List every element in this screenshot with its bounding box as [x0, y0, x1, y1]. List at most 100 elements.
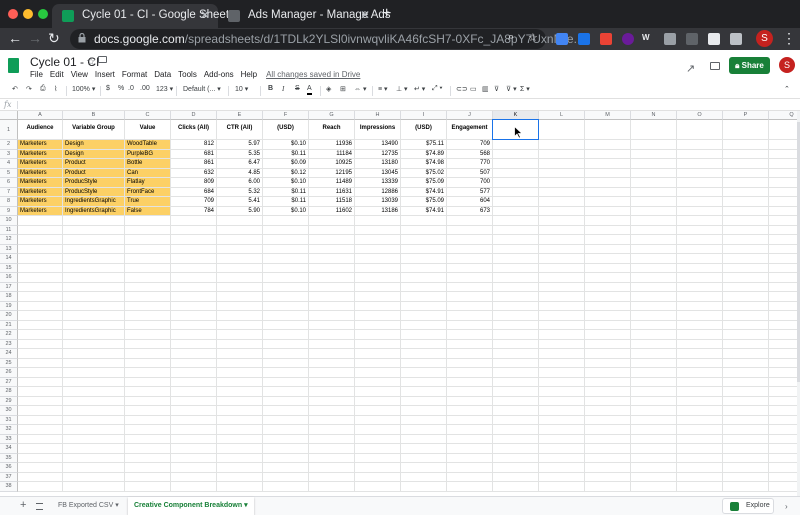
empty-cell[interactable] [723, 425, 769, 435]
empty-cell[interactable] [585, 349, 631, 359]
empty-cell[interactable] [539, 197, 585, 207]
empty-cell[interactable] [309, 320, 355, 330]
empty-cell[interactable] [585, 263, 631, 273]
empty-cell[interactable] [677, 453, 723, 463]
share-button[interactable]: 🔒︎ Share [729, 57, 770, 74]
empty-cell[interactable] [677, 254, 723, 264]
empty-cell[interactable] [355, 273, 401, 283]
empty-cell[interactable] [401, 377, 447, 387]
empty-cell[interactable] [447, 425, 493, 435]
empty-cell[interactable] [539, 415, 585, 425]
empty-cell[interactable] [18, 330, 63, 340]
data-cell[interactable]: Product [63, 159, 125, 169]
empty-cell[interactable] [63, 472, 125, 482]
empty-cell[interactable] [18, 482, 63, 492]
data-cell[interactable]: 13186 [355, 206, 401, 216]
empty-cell[interactable] [769, 254, 797, 264]
empty-cell[interactable] [585, 387, 631, 397]
empty-cell[interactable] [677, 197, 723, 207]
empty-cell[interactable] [171, 377, 217, 387]
side-panel-toggle-icon[interactable]: › [785, 502, 788, 511]
data-cell[interactable]: 13180 [355, 159, 401, 169]
minimize-window-button[interactable] [23, 9, 33, 19]
maximize-window-button[interactable] [38, 9, 48, 19]
empty-cell[interactable] [723, 320, 769, 330]
empty-cell[interactable] [18, 216, 63, 226]
empty-cell[interactable] [18, 282, 63, 292]
empty-cell[interactable] [493, 187, 539, 197]
empty-cell[interactable] [171, 349, 217, 359]
empty-cell[interactable] [447, 339, 493, 349]
data-cell[interactable]: $0.12 [263, 168, 309, 178]
empty-cell[interactable] [723, 206, 769, 216]
empty-cell[interactable] [355, 301, 401, 311]
empty-cell[interactable] [585, 140, 631, 150]
empty-cell[interactable] [171, 387, 217, 397]
empty-cell[interactable] [723, 273, 769, 283]
empty-cell[interactable] [677, 339, 723, 349]
empty-cell[interactable] [309, 216, 355, 226]
empty-cell[interactable] [677, 301, 723, 311]
empty-cell[interactable] [171, 368, 217, 378]
empty-cell[interactable] [125, 463, 171, 473]
empty-cell[interactable] [769, 188, 797, 197]
empty-cell[interactable] [631, 149, 677, 159]
data-cell[interactable]: $74.89 [401, 149, 447, 159]
data-cell[interactable]: 507 [447, 168, 493, 178]
data-cell[interactable]: 861 [171, 159, 217, 169]
empty-cell[interactable] [769, 150, 797, 159]
empty-cell[interactable] [769, 397, 797, 406]
close-window-button[interactable] [8, 9, 18, 19]
data-cell[interactable]: 5.90 [217, 206, 263, 216]
zoom-select[interactable]: 100% ▾ [72, 85, 95, 93]
paint-format-icon[interactable]: ⌇ [54, 85, 57, 93]
empty-cell[interactable] [355, 311, 401, 321]
row-header[interactable]: 1 [0, 120, 18, 140]
empty-cell[interactable] [125, 472, 171, 482]
bold-button[interactable]: B [268, 85, 273, 92]
empty-cell[interactable] [677, 206, 723, 216]
empty-cell[interactable] [63, 225, 125, 235]
empty-cell[interactable] [263, 415, 309, 425]
strikethrough-button[interactable]: S [295, 85, 300, 92]
empty-cell[interactable] [631, 349, 677, 359]
empty-cell[interactable] [401, 396, 447, 406]
empty-cell[interactable] [63, 216, 125, 226]
empty-cell[interactable] [217, 425, 263, 435]
empty-cell[interactable] [355, 263, 401, 273]
empty-cell[interactable] [18, 444, 63, 454]
empty-cell[interactable] [263, 482, 309, 492]
empty-cell[interactable] [355, 425, 401, 435]
empty-cell[interactable] [355, 216, 401, 226]
empty-cell[interactable] [539, 216, 585, 226]
header-cell[interactable]: CTR (All) [217, 120, 263, 140]
empty-cell[interactable] [677, 244, 723, 254]
data-cell[interactable]: IngredientsGraphic [63, 197, 125, 207]
search-icon[interactable]: ⌕ [508, 31, 514, 44]
empty-cell[interactable] [631, 254, 677, 264]
empty-cell[interactable] [18, 244, 63, 254]
empty-cell[interactable] [401, 406, 447, 416]
empty-cell[interactable] [18, 254, 63, 264]
data-cell[interactable]: Marketers [18, 178, 63, 188]
data-cell[interactable]: 11184 [309, 149, 355, 159]
empty-cell[interactable] [171, 415, 217, 425]
empty-cell[interactable] [769, 302, 797, 311]
empty-cell[interactable] [125, 216, 171, 226]
data-cell[interactable]: 12195 [309, 168, 355, 178]
empty-cell[interactable] [401, 263, 447, 273]
empty-cell[interactable] [677, 149, 723, 159]
row-header[interactable]: 29 [0, 396, 18, 406]
empty-cell[interactable] [171, 244, 217, 254]
empty-cell[interactable] [171, 463, 217, 473]
empty-cell[interactable] [447, 311, 493, 321]
empty-cell[interactable] [677, 178, 723, 188]
empty-cell[interactable] [585, 206, 631, 216]
empty-cell[interactable] [18, 301, 63, 311]
empty-cell[interactable] [355, 282, 401, 292]
empty-cell[interactable] [585, 444, 631, 454]
empty-cell[interactable] [769, 444, 797, 454]
empty-cell[interactable] [493, 149, 539, 159]
empty-cell[interactable] [493, 159, 539, 169]
empty-cell[interactable] [125, 482, 171, 492]
